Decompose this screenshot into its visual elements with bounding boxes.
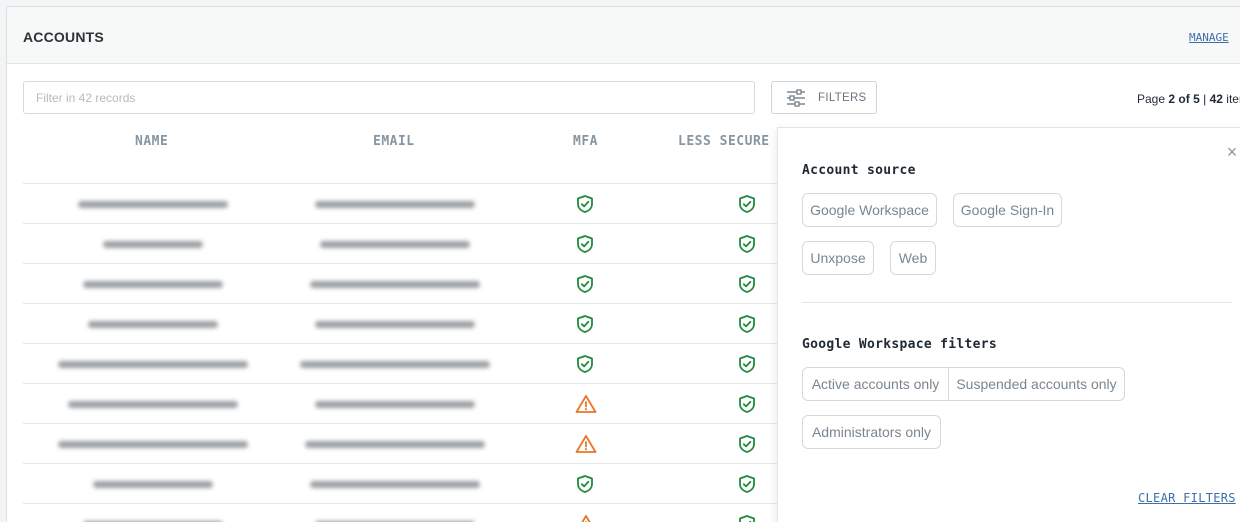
account-email-redacted bbox=[315, 401, 475, 408]
account-source-title: Account source bbox=[802, 163, 916, 178]
table-row[interactable] bbox=[23, 503, 783, 522]
account-name-redacted bbox=[78, 201, 228, 208]
pager-total-pages: 5 bbox=[1193, 92, 1200, 106]
chip-suspended-accounts-only[interactable]: Suspended accounts only bbox=[949, 367, 1125, 401]
accounts-card: ACCOUNTS MANAGE FILTERS Page 2 of 5 | 42… bbox=[6, 6, 1240, 522]
shield-check-icon bbox=[737, 394, 757, 414]
chip-unxpose[interactable]: Unxpose bbox=[802, 241, 874, 275]
manage-link[interactable]: MANAGE bbox=[1189, 31, 1229, 44]
warning-icon bbox=[575, 434, 597, 454]
account-name-redacted bbox=[93, 481, 213, 488]
shield-check-icon bbox=[737, 434, 757, 454]
account-email-redacted bbox=[310, 281, 480, 288]
column-header-email[interactable]: EMAIL bbox=[373, 134, 415, 149]
pager-items-label: items bbox=[1226, 92, 1240, 106]
shield-check-icon bbox=[575, 234, 595, 254]
account-email-redacted bbox=[315, 321, 475, 328]
panel-divider bbox=[802, 302, 1232, 303]
shield-check-icon bbox=[737, 234, 757, 254]
account-name-redacted bbox=[68, 401, 238, 408]
shield-check-icon bbox=[575, 474, 595, 494]
table-row[interactable] bbox=[23, 303, 783, 343]
shield-check-icon bbox=[575, 354, 595, 374]
account-name-redacted bbox=[58, 441, 248, 448]
column-header-name[interactable]: NAME bbox=[135, 134, 168, 149]
pager-current: 2 bbox=[1168, 92, 1176, 106]
chip-web[interactable]: Web bbox=[890, 241, 936, 275]
chip-google-workspace[interactable]: Google Workspace bbox=[802, 193, 937, 227]
table-row[interactable] bbox=[23, 463, 783, 503]
filters-button-label: FILTERS bbox=[818, 91, 867, 104]
page-title: ACCOUNTS bbox=[23, 29, 104, 45]
pager-of: of bbox=[1178, 92, 1190, 106]
search-input[interactable] bbox=[23, 81, 755, 114]
shield-check-icon bbox=[737, 314, 757, 334]
account-name-redacted bbox=[103, 241, 203, 248]
column-header-mfa[interactable]: MFA bbox=[573, 134, 598, 149]
chip-google-sign-in[interactable]: Google Sign-In bbox=[953, 193, 1062, 227]
shield-check-icon bbox=[737, 354, 757, 374]
warning-icon bbox=[575, 394, 597, 414]
shield-check-icon bbox=[737, 274, 757, 294]
pager-total-items: 42 bbox=[1209, 92, 1223, 106]
account-name-redacted bbox=[58, 361, 248, 368]
card-header: ACCOUNTS MANAGE bbox=[7, 7, 1240, 64]
account-email-redacted bbox=[310, 481, 480, 488]
table-row[interactable] bbox=[23, 383, 783, 423]
account-email-redacted bbox=[315, 201, 475, 208]
warning-icon bbox=[575, 514, 595, 522]
shield-check-icon bbox=[737, 474, 757, 494]
shield-check-icon bbox=[575, 314, 595, 334]
clear-filters-link[interactable]: CLEAR FILTERS bbox=[1138, 491, 1236, 505]
shield-check-icon bbox=[575, 194, 595, 214]
account-name-redacted bbox=[83, 281, 223, 288]
table-row[interactable] bbox=[23, 263, 783, 303]
table-row[interactable] bbox=[23, 343, 783, 383]
table-row[interactable] bbox=[23, 423, 783, 463]
shield-check-icon bbox=[737, 194, 757, 214]
filters-button[interactable]: FILTERS bbox=[771, 81, 877, 114]
account-email-redacted bbox=[300, 361, 490, 368]
account-email-redacted bbox=[305, 441, 485, 448]
pager-separator: | bbox=[1203, 92, 1207, 106]
table-row[interactable] bbox=[23, 223, 783, 263]
table-row[interactable] bbox=[23, 183, 783, 223]
chip-active-accounts-only[interactable]: Active accounts only bbox=[802, 367, 949, 401]
pagination-info: Page 2 of 5 | 42 items bbox=[1137, 92, 1240, 106]
filter-panel: × Account source Google Workspace Google… bbox=[777, 127, 1240, 522]
chip-administrators-only[interactable]: Administrators only bbox=[802, 415, 941, 449]
close-icon[interactable]: × bbox=[1224, 143, 1240, 161]
workspace-filters-title: Google Workspace filters bbox=[802, 337, 998, 352]
account-email-redacted bbox=[320, 241, 470, 248]
pager-prefix: Page bbox=[1137, 92, 1166, 106]
shield-check-icon bbox=[575, 274, 595, 294]
sliders-icon bbox=[787, 88, 805, 107]
shield-check-icon bbox=[737, 514, 757, 522]
column-header-less-secure[interactable]: LESS SECURE bbox=[678, 134, 770, 149]
account-name-redacted bbox=[88, 321, 218, 328]
